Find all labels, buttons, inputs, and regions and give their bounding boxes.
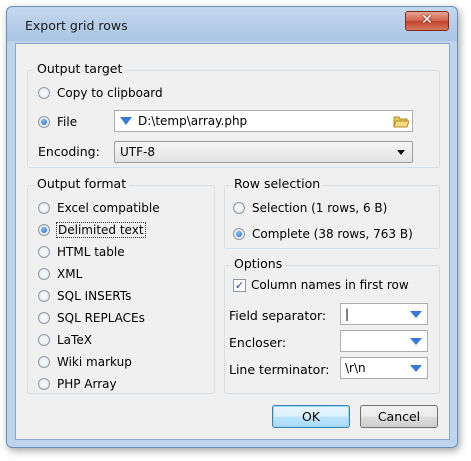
line-terminator-value: \r\n: [345, 361, 366, 375]
folder-open-icon[interactable]: [393, 114, 409, 128]
radio-wiki-markup[interactable]: Wiki markup: [38, 353, 132, 371]
dropdown-arrow-icon[interactable]: [410, 311, 422, 318]
radio-button-icon[interactable]: [38, 334, 50, 346]
row-selection-group: Row selection Selection (1 rows, 6 B) Co…: [224, 176, 440, 249]
radio-label: Excel compatible: [57, 201, 160, 215]
output-format-group: Output format Excel compatible Delimited…: [27, 176, 215, 394]
radio-label: Delimited text: [56, 222, 146, 238]
close-button[interactable]: ✕: [405, 11, 449, 31]
field-separator-combo[interactable]: |: [340, 303, 428, 325]
output-format-title: Output format: [34, 176, 130, 191]
radio-button-selected-icon[interactable]: [233, 228, 245, 240]
radio-latex[interactable]: LaTeX: [38, 331, 92, 349]
output-target-title: Output target: [34, 61, 126, 76]
radio-label: HTML table: [57, 245, 125, 259]
checkbox-label: Column names in first row: [251, 278, 409, 292]
field-separator-value: |: [345, 307, 350, 321]
radio-button-icon[interactable]: [38, 87, 50, 99]
dropdown-arrow-icon[interactable]: [410, 338, 422, 345]
radio-button-icon[interactable]: [38, 268, 50, 280]
radio-button-icon[interactable]: [38, 312, 50, 324]
row-selection-title: Row selection: [231, 176, 324, 191]
radio-sql-inserts[interactable]: SQL INSERTs: [38, 287, 131, 305]
chevron-down-icon: [397, 150, 405, 155]
title-bar[interactable]: Export grid rows ✕: [7, 7, 457, 41]
export-dialog-window: Export grid rows ✕ Output target Copy to…: [6, 6, 458, 448]
radio-button-icon[interactable]: [38, 356, 50, 368]
radio-excel-compatible[interactable]: Excel compatible: [38, 199, 160, 217]
radio-label: SQL INSERTs: [57, 289, 132, 303]
radio-button-icon[interactable]: [38, 290, 50, 302]
radio-label: XML: [57, 267, 83, 281]
line-terminator-label: Line terminator:: [229, 362, 330, 377]
options-group: Options ✓ Column names in first row Fiel…: [224, 256, 440, 394]
encoding-value: UTF-8: [120, 145, 155, 159]
ok-button[interactable]: OK: [272, 405, 350, 428]
radio-button-selected-icon[interactable]: [38, 116, 50, 128]
radio-label: LaTeX: [57, 333, 92, 347]
radio-label: PHP Array: [57, 377, 117, 391]
radio-label: Wiki markup: [57, 355, 132, 369]
window-title: Export grid rows: [25, 18, 128, 33]
output-target-group: Output target Copy to clipboard File D:\…: [27, 61, 440, 168]
radio-button-icon[interactable]: [38, 246, 50, 258]
encloser-label: Encloser:: [229, 335, 287, 350]
radio-selection[interactable]: Selection (1 rows, 6 B): [233, 199, 387, 217]
column-names-checkbox[interactable]: ✓ Column names in first row: [233, 276, 409, 294]
file-path-input[interactable]: D:\temp\array.php: [114, 110, 413, 132]
encoding-select[interactable]: UTF-8: [114, 141, 413, 163]
radio-delimited-text[interactable]: Delimited text: [38, 221, 146, 239]
radio-label: File: [57, 115, 78, 129]
file-path-value: D:\temp\array.php: [138, 114, 248, 128]
dropdown-arrow-icon[interactable]: [120, 116, 132, 126]
dialog-client-area: Output target Copy to clipboard File D:\…: [15, 43, 450, 440]
radio-sql-replaces[interactable]: SQL REPLACEs: [38, 309, 145, 327]
radio-label: Copy to clipboard: [57, 86, 163, 100]
radio-xml[interactable]: XML: [38, 265, 82, 283]
radio-button-selected-icon[interactable]: [38, 224, 50, 236]
radio-button-icon[interactable]: [38, 202, 50, 214]
encoding-label: Encoding:: [38, 144, 100, 159]
dropdown-arrow-icon[interactable]: [410, 365, 422, 372]
radio-complete[interactable]: Complete (38 rows, 763 B): [233, 225, 413, 243]
encloser-combo[interactable]: [340, 330, 428, 352]
checkmark-icon[interactable]: ✓: [233, 278, 246, 292]
field-separator-label: Field separator:: [229, 308, 327, 323]
radio-label: Selection (1 rows, 6 B): [252, 201, 388, 215]
radio-button-icon[interactable]: [233, 202, 245, 214]
cancel-button[interactable]: Cancel: [360, 405, 438, 428]
radio-label: SQL REPLACEs: [57, 311, 145, 325]
radio-label: Complete (38 rows, 763 B): [252, 227, 413, 241]
radio-copy-to-clipboard[interactable]: Copy to clipboard: [38, 84, 163, 102]
radio-button-icon[interactable]: [38, 378, 50, 390]
options-title: Options: [231, 256, 286, 271]
line-terminator-combo[interactable]: \r\n: [340, 357, 428, 379]
close-icon: ✕: [421, 12, 433, 28]
radio-html-table[interactable]: HTML table: [38, 243, 125, 261]
radio-php-array[interactable]: PHP Array: [38, 375, 117, 393]
radio-file[interactable]: File: [38, 113, 77, 131]
